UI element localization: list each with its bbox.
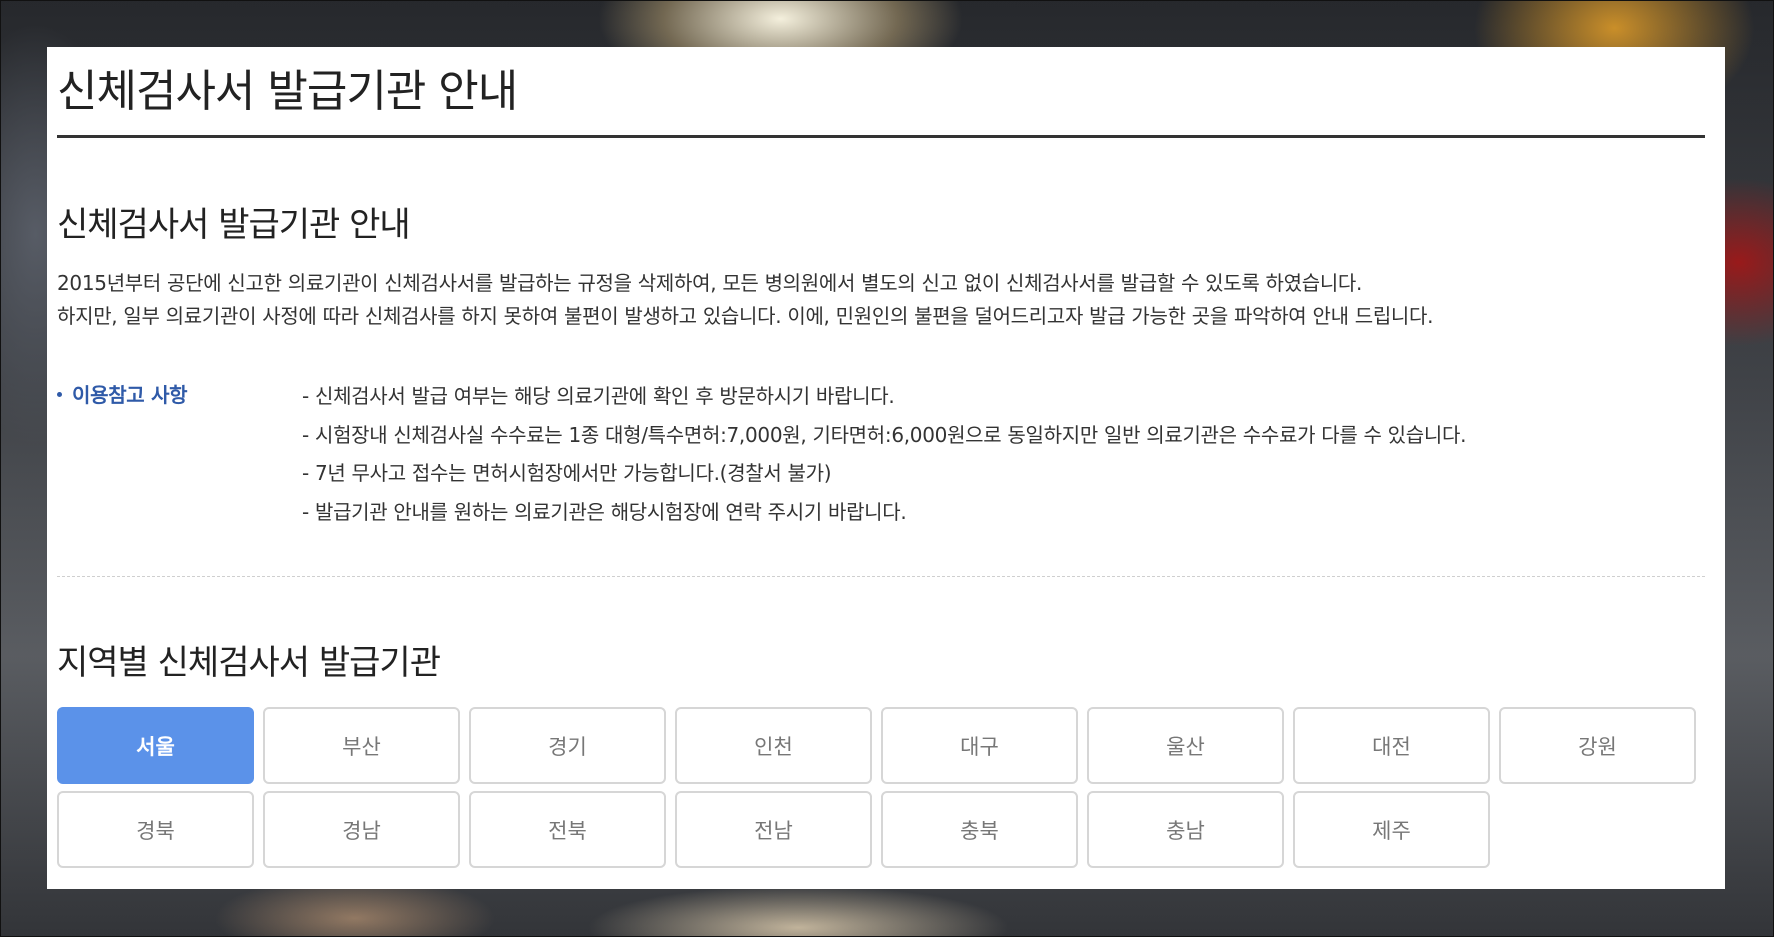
note-item: - 7년 무사고 접수는 면허시험장에서만 가능합니다.(경찰서 불가) <box>302 461 832 485</box>
region-tab-daegu[interactable]: 대구 <box>881 707 1078 784</box>
region-tab-incheon[interactable]: 인천 <box>675 707 872 784</box>
intro-paragraph: 2015년부터 공단에 신고한 의료기관이 신체검사서를 발급하는 규정을 삭제… <box>57 271 1363 295</box>
region-tab-seoul[interactable]: 서울 <box>57 707 254 784</box>
intro-paragraph: 하지만, 일부 의료기관이 사정에 따라 신체검사를 하지 못하여 불편이 발생… <box>57 304 1434 328</box>
note-item: - 신체검사서 발급 여부는 해당 의료기관에 확인 후 방문하시기 바랍니다. <box>302 384 895 408</box>
note-item: - 시험장내 신체검사실 수수료는 1종 대형/특수면허:7,000원, 기타면… <box>302 422 1467 447</box>
notes-list: - 신체검사서 발급 여부는 해당 의료기관에 확인 후 방문하시기 바랍니다.… <box>302 377 1466 531</box>
region-tabs: 서울 부산 경기 인천 대구 울산 대전 강원 경북 경남 전북 전남 충북 충… <box>57 707 1707 868</box>
region-tab-chungnam[interactable]: 충남 <box>1087 791 1284 868</box>
note-item: - 발급기관 안내를 원하는 의료기관은 해당시험장에 연락 주시기 바랍니다. <box>302 499 907 524</box>
section-divider <box>57 576 1705 577</box>
content-panel: 신체검사서 발급기관 안내 신체검사서 발급기관 안내 2015년부터 공단에 … <box>47 47 1725 889</box>
region-tab-gangwon[interactable]: 강원 <box>1499 707 1696 784</box>
region-tab-busan[interactable]: 부산 <box>263 707 460 784</box>
region-tab-gyeongbuk[interactable]: 경북 <box>57 791 254 868</box>
page-title: 신체검사서 발급기관 안내 <box>57 66 518 117</box>
region-tab-gyeonggi[interactable]: 경기 <box>469 707 666 784</box>
bullet-icon <box>57 392 62 397</box>
notes-label-text: 이용참고 사항 <box>72 383 188 407</box>
region-tab-jeju[interactable]: 제주 <box>1293 791 1490 868</box>
region-tab-jeonbuk[interactable]: 전북 <box>469 791 666 868</box>
region-tab-jeonnam[interactable]: 전남 <box>675 791 872 868</box>
intro-text: 2015년부터 공단에 신고한 의료기관이 신체검사서를 발급하는 규정을 삭제… <box>57 267 1707 333</box>
region-tab-gyeongnam[interactable]: 경남 <box>263 791 460 868</box>
notes-label: 이용참고 사항 <box>57 379 188 408</box>
region-tab-daejeon[interactable]: 대전 <box>1293 707 1490 784</box>
region-section-title: 지역별 신체검사서 발급기관 <box>57 643 441 683</box>
region-tab-chungbuk[interactable]: 충북 <box>881 791 1078 868</box>
intro-section-title: 신체검사서 발급기관 안내 <box>57 205 411 245</box>
region-tab-ulsan[interactable]: 울산 <box>1087 707 1284 784</box>
title-divider <box>57 135 1705 138</box>
